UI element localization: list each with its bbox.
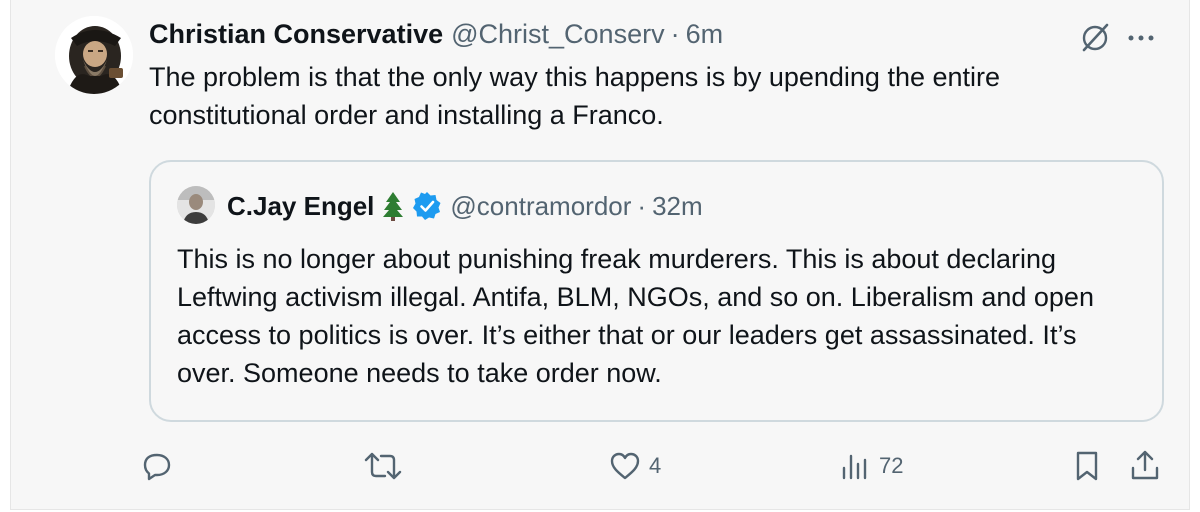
share-icon <box>1131 450 1159 480</box>
quoted-tweet-header: C.Jay Engel @contramordor · 32m <box>227 188 703 224</box>
bookmark-button[interactable] <box>1069 446 1105 486</box>
quoted-display-name[interactable]: C.Jay Engel <box>227 191 374 222</box>
quoted-tweet[interactable]: C.Jay Engel @contramordor · 32m This is … <box>149 160 1164 422</box>
bookmark-icon <box>1076 451 1098 481</box>
separator-dot: · <box>670 18 680 49</box>
quoted-user-avatar[interactable] <box>177 186 215 224</box>
user-handle[interactable]: @Christ_Conserv <box>451 19 664 50</box>
like-count: 4 <box>649 453 662 478</box>
tweet-card[interactable]: Christian Conservative @Christ_Conserv ·… <box>10 0 1190 510</box>
quoted-timestamp[interactable]: 32m <box>652 191 703 222</box>
display-name[interactable]: Christian Conservative <box>149 19 443 50</box>
grok-icon[interactable] <box>1077 20 1113 56</box>
views-count: 72 <box>879 453 904 478</box>
share-button[interactable] <box>1127 446 1163 486</box>
retweet-icon <box>364 452 402 480</box>
evergreen-tree-icon <box>383 192 404 221</box>
quoted-user-handle[interactable]: @contramordor <box>450 191 631 222</box>
user-avatar[interactable] <box>55 16 133 94</box>
heart-icon <box>610 452 640 480</box>
reply-icon <box>143 453 171 481</box>
quoted-separator-dot: · <box>637 190 647 221</box>
portrait-icon <box>55 16 133 94</box>
tweet-header: Christian Conservative @Christ_Conserv ·… <box>149 16 723 52</box>
timestamp[interactable]: 6m <box>686 19 724 50</box>
verified-badge-icon <box>413 192 441 220</box>
quoted-tweet-text: This is no longer about punishing freak … <box>177 244 1094 388</box>
reply-button[interactable] <box>139 446 181 486</box>
more-icon[interactable] <box>1123 20 1159 56</box>
views-chart-icon <box>842 454 867 480</box>
tweet-text: The problem is that the only way this ha… <box>149 62 1001 130</box>
retweet-button[interactable] <box>363 446 409 486</box>
views-button[interactable]: 72 <box>837 446 903 486</box>
like-button[interactable]: 4 <box>607 446 661 486</box>
person-avatar-icon <box>177 186 215 224</box>
